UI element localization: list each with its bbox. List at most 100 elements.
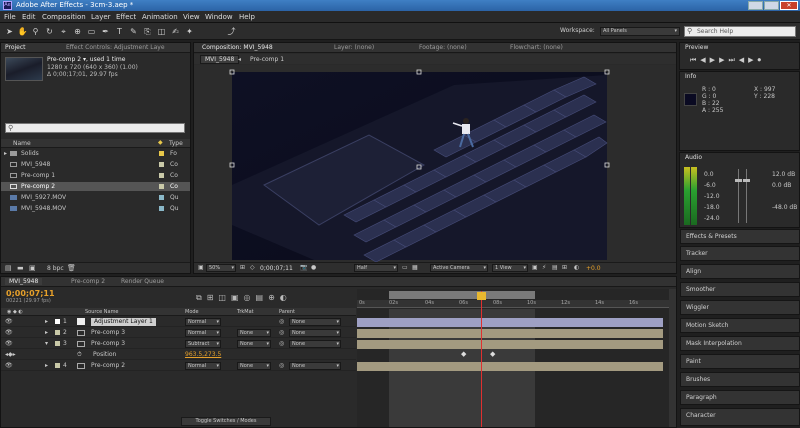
transparency-grid-icon[interactable]: ▦ xyxy=(412,264,418,271)
audio-tab[interactable]: Audio xyxy=(685,154,702,161)
project-search-input[interactable]: ⚲ xyxy=(5,123,185,133)
roto-brush-tool-icon[interactable]: ✍ xyxy=(170,26,181,37)
parent-pickwhip-icon[interactable]: ◎ xyxy=(279,328,284,338)
keyframe-icon[interactable]: ◆ xyxy=(490,350,495,358)
audio-slider-right[interactable] xyxy=(743,179,750,182)
eraser-tool-icon[interactable]: ◫ xyxy=(156,26,167,37)
new-folder-icon[interactable]: ▬ xyxy=(17,264,24,272)
menu-effect[interactable]: Effect xyxy=(116,13,136,21)
parent-pickwhip-icon[interactable]: ◎ xyxy=(279,317,284,327)
hand-tool-icon[interactable]: ✋ xyxy=(17,26,28,37)
visibility-eye-icon[interactable]: 👁 xyxy=(5,361,13,371)
region-of-interest-icon[interactable]: ▭ xyxy=(402,264,408,271)
workspace-dropdown[interactable]: All Panels ▾ xyxy=(600,27,680,36)
paragraph-panel[interactable]: Paragraph xyxy=(680,390,800,405)
exposure-icon[interactable]: ◐ xyxy=(574,264,579,271)
layer-mode-dropdown[interactable]: Normal ▾ xyxy=(185,318,221,326)
layer-mode-dropdown[interactable]: Subtract ▾ xyxy=(185,340,221,348)
expand-triangle-icon[interactable]: ▸ xyxy=(45,361,48,371)
col-trkmat[interactable]: TrkMat xyxy=(237,308,254,316)
toggle-switches-modes-button[interactable]: Toggle Switches / Modes xyxy=(181,417,271,426)
project-item-mvi5948mov[interactable]: MVI_5948.MOV Qu xyxy=(1,204,190,213)
layer-trkmat-dropdown[interactable]: None ▾ xyxy=(237,362,271,370)
tab-effect-controls[interactable]: Effect Controls: Adjustment Laye xyxy=(66,44,165,51)
clone-tool-icon[interactable]: ⎘ xyxy=(142,26,153,37)
align-panel[interactable]: Align xyxy=(680,264,800,279)
snapshot-icon[interactable]: 📷 xyxy=(300,264,307,271)
expand-triangle-icon[interactable]: ▸ xyxy=(45,317,48,327)
visibility-eye-icon[interactable]: 👁 xyxy=(5,317,13,327)
project-item-precomp2[interactable]: Pre-comp 2 Co xyxy=(1,182,190,191)
playhead-handle[interactable] xyxy=(477,292,486,300)
interpret-footage-icon[interactable]: ▤ xyxy=(5,264,12,272)
mask-tool-icon[interactable]: ▭ xyxy=(86,26,97,37)
exposure-value[interactable]: +0.0 xyxy=(586,265,601,272)
timeline-icon[interactable]: ▤ xyxy=(552,264,558,271)
selection-tool-icon[interactable]: ➤ xyxy=(4,26,15,37)
paint-panel[interactable]: Paint xyxy=(680,354,800,369)
layer-parent-dropdown[interactable]: None ▾ xyxy=(289,340,341,348)
layer-row-2[interactable]: 👁 ▸ 2 Pre-comp 3 Normal ▾ None ▾ ◎ None ▾ xyxy=(1,328,356,338)
puppet-tool-icon[interactable]: ✦ xyxy=(184,26,195,37)
layer-parent-dropdown[interactable]: None ▾ xyxy=(289,318,341,326)
mask-visibility-icon[interactable]: ◇ xyxy=(250,264,255,271)
tab-flowchart[interactable]: Flowchart: (none) xyxy=(510,44,563,51)
col-name[interactable]: Name xyxy=(13,140,31,147)
timeline-scrollbar[interactable] xyxy=(669,289,676,427)
viewer-timecode[interactable]: 0;00;07;11 xyxy=(260,265,293,272)
tab-timeline-precomp2[interactable]: Pre-comp 2 xyxy=(71,278,105,285)
motion-sketch-panel[interactable]: Motion Sketch xyxy=(680,318,800,333)
trash-icon[interactable]: 🗑 xyxy=(67,264,76,272)
project-item-mvi5927[interactable]: MVI_5927.MOV Qu xyxy=(1,193,190,202)
layer-trkmat-dropdown[interactable]: None ▾ xyxy=(237,340,271,348)
stopwatch-icon[interactable]: ⏱ xyxy=(77,350,82,360)
tab-render-queue[interactable]: Render Queue xyxy=(121,278,164,285)
layer-bar-3[interactable] xyxy=(357,340,663,349)
subtab-precomp1[interactable]: Pre-comp 1 xyxy=(250,56,284,63)
effects-presets-panel[interactable]: Effects & Presets xyxy=(680,229,800,244)
layer-bar-2[interactable] xyxy=(357,329,663,338)
layer-mode-dropdown[interactable]: Normal ▾ xyxy=(185,329,221,337)
tab-composition[interactable]: Composition: MVI_5948 xyxy=(202,44,273,51)
layer-bar-4[interactable] xyxy=(357,362,663,371)
menu-help[interactable]: Help xyxy=(239,13,255,21)
menu-edit[interactable]: Edit xyxy=(22,13,36,21)
brush-tool-icon[interactable]: ✎ xyxy=(128,26,139,37)
tab-project[interactable]: Project xyxy=(5,44,26,51)
layer-name[interactable]: Pre-comp 3 xyxy=(91,339,125,349)
zoom-dropdown[interactable]: 50% ▾ xyxy=(206,264,236,272)
pan-behind-tool-icon[interactable]: ⊕ xyxy=(72,26,83,37)
camera-tool-icon[interactable]: ⌖ xyxy=(58,26,69,37)
comp-viewer[interactable] xyxy=(194,65,676,262)
layer-mode-dropdown[interactable]: Normal ▾ xyxy=(185,362,221,370)
work-area-bar[interactable] xyxy=(389,291,535,299)
wiggler-panel[interactable]: Wiggler xyxy=(680,300,800,315)
audio-slider-left[interactable] xyxy=(735,179,742,182)
brushes-panel[interactable]: Brushes xyxy=(680,372,800,387)
flowchart-icon[interactable]: ⊞ xyxy=(562,264,567,271)
project-item-mvi5948[interactable]: MVI_5948 Co xyxy=(1,160,190,169)
always-preview-icon[interactable]: ▣ xyxy=(198,264,204,271)
resolution-dropdown[interactable]: Half ▾ xyxy=(354,264,398,272)
property-row-position[interactable]: ◂◆▸ ⏱ Position 963.5,273.5 xyxy=(1,350,356,360)
tracker-panel[interactable]: Tracker xyxy=(680,246,800,261)
playhead-line[interactable] xyxy=(481,291,482,427)
new-composition-icon[interactable]: ▣ xyxy=(29,264,36,272)
layer-parent-dropdown[interactable]: None ▾ xyxy=(289,362,341,370)
keyframe-icon[interactable]: ◆ xyxy=(461,350,466,358)
bpc-label[interactable]: 8 bpc xyxy=(47,265,64,272)
layer-bar-1[interactable] xyxy=(357,318,663,327)
camera-dropdown[interactable]: Active Camera ▾ xyxy=(430,264,488,272)
tab-layer[interactable]: Layer: (none) xyxy=(334,44,374,51)
timeline-graph[interactable]: 0s 02s 04s 06s 08s 10s 12s 14s 16s ◆ ◆ xyxy=(357,289,669,427)
layer-parent-dropdown[interactable]: None ▾ xyxy=(289,329,341,337)
pen-tool-icon[interactable]: ✒ xyxy=(100,26,111,37)
character-panel[interactable]: Character xyxy=(680,408,800,426)
menu-layer[interactable]: Layer xyxy=(91,13,111,21)
tab-timeline-mvi5948[interactable]: MVI_5948 xyxy=(5,278,43,285)
parent-pickwhip-icon[interactable]: ◎ xyxy=(279,361,284,371)
col-type[interactable]: Type xyxy=(169,140,183,147)
time-ruler[interactable]: 0s 02s 04s 06s 08s 10s 12s 14s 16s xyxy=(357,300,669,308)
project-item-solids[interactable]: ▸ Solids Fo xyxy=(1,149,190,158)
zoom-tool-icon[interactable]: ⚲ xyxy=(30,26,41,37)
